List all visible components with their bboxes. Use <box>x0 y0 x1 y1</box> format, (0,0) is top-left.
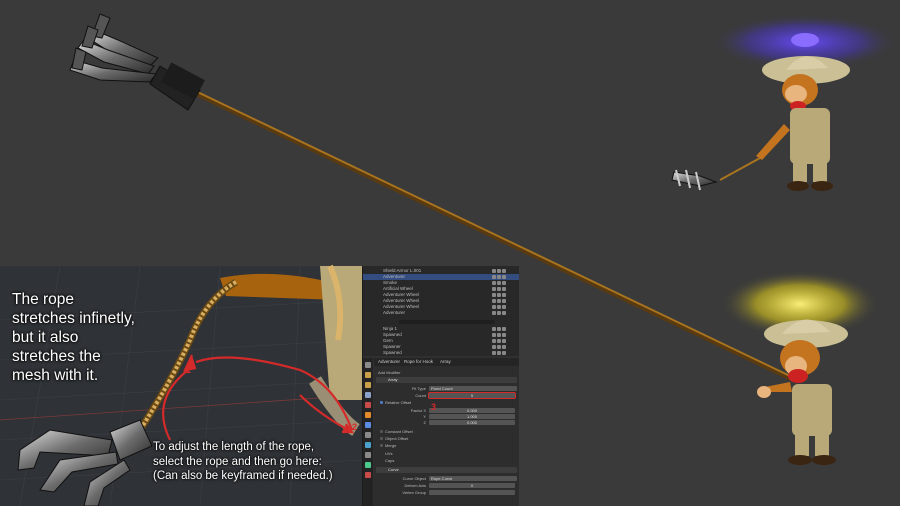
character-bottom <box>720 270 880 465</box>
world-tab-icon[interactable] <box>365 402 371 408</box>
caption-line: but it also <box>12 329 79 346</box>
caption-line: stretches infinetly, <box>12 310 135 327</box>
deform-axis-field[interactable]: X <box>429 483 515 488</box>
count-label: Count <box>415 393 426 398</box>
properties-breadcrumb: Adventurer Rope for Hook Array <box>374 358 519 366</box>
marker-1: 1 <box>186 365 191 375</box>
factor-x-label: Factor X <box>410 408 426 413</box>
object-offset-checkbox[interactable] <box>380 437 383 440</box>
modifier-tab-icon[interactable] <box>365 422 371 428</box>
data-tab-icon[interactable] <box>365 462 371 468</box>
outliner-row[interactable]: Adventurer <box>363 310 519 316</box>
factor-y-label: Y <box>423 414 426 419</box>
instruction-line: select the rope and then go here: <box>153 455 322 468</box>
add-modifier-button[interactable]: Add Modifier <box>378 370 400 375</box>
object-offset-label: Object Offset <box>385 436 409 441</box>
curve-modifier-name[interactable]: Curve <box>388 467 399 473</box>
blender-panel: Shield Armor L.001 Adventurer Smoke Arti… <box>362 266 519 506</box>
caption-line: mesh with it. <box>12 367 99 384</box>
material-tab-icon[interactable] <box>365 472 371 478</box>
grappling-hook-large <box>69 13 205 111</box>
constant-offset-label: Constant Offset <box>385 429 413 434</box>
merge-label: Merge <box>385 443 397 448</box>
object-tab-icon[interactable] <box>365 412 371 418</box>
tool-tab-icon[interactable] <box>365 362 371 368</box>
constant-offset-checkbox[interactable] <box>380 430 383 433</box>
factor-x-field[interactable]: 0.000 <box>429 408 515 413</box>
outliner-search-input[interactable] <box>399 320 495 324</box>
deform-axis-label: Deform Axis <box>404 483 426 488</box>
array-modifier-name[interactable]: Array <box>388 377 398 383</box>
fit-type-label: Fit Type <box>411 386 426 391</box>
breadcrumb-mesh: Rope for Hook <box>404 359 434 364</box>
curve-object-label: Curve Object <box>402 476 426 481</box>
marker-3: 3 <box>431 402 437 412</box>
merge-checkbox[interactable] <box>380 444 383 447</box>
curve-object-field[interactable]: Rope Curve <box>429 476 517 481</box>
vertex-group-field[interactable] <box>429 490 515 495</box>
factor-y-field[interactable]: 1.000 <box>429 414 515 419</box>
character-top <box>671 14 900 191</box>
factor-z-label: Z <box>423 420 426 425</box>
outliner: Shield Armor L.001 Adventurer Smoke Arti… <box>363 266 519 356</box>
render-tab-icon[interactable] <box>365 372 371 378</box>
count-field[interactable]: 5 <box>428 392 516 399</box>
curve-modifier-header[interactable]: Curve <box>376 467 517 473</box>
constraints-tab-icon[interactable] <box>365 452 371 458</box>
marker-2: 2 <box>352 422 357 432</box>
uvs-section[interactable]: UVs <box>385 451 393 456</box>
physics-tab-icon[interactable] <box>365 442 371 448</box>
output-tab-icon[interactable] <box>365 382 371 388</box>
properties-tab-strip <box>363 358 373 506</box>
relative-offset-checkbox[interactable] <box>380 401 383 404</box>
factor-z-field[interactable]: 0.000 <box>429 420 515 425</box>
fit-type-dropdown[interactable]: Fixed Count <box>429 386 517 391</box>
instruction-caption: To adjust the length of the rope, select… <box>153 440 368 484</box>
array-modifier-header[interactable]: Array <box>376 377 517 383</box>
particles-tab-icon[interactable] <box>365 432 371 438</box>
outliner-row[interactable]: Spawned <box>363 350 519 356</box>
caption-line: The rope <box>12 291 75 308</box>
caps-section[interactable]: Caps <box>385 458 394 463</box>
explanation-caption: The rope stretches infinetly, but it als… <box>12 290 182 385</box>
breadcrumb-object: Adventurer <box>378 359 401 364</box>
instruction-line: To adjust the length of the rope, <box>153 441 315 453</box>
caption-line: stretches the <box>12 348 101 365</box>
vertex-group-label: Vertex Group <box>402 490 426 495</box>
relative-offset-label: Relative Offset <box>385 400 412 405</box>
breadcrumb-modifier: Array <box>440 359 451 364</box>
modifier-properties: Adventurer Rope for Hook Array Add Modif… <box>374 358 519 506</box>
instruction-line: (Can also be keyframed if needed.) <box>153 470 333 482</box>
scene-tab-icon[interactable] <box>365 392 371 398</box>
